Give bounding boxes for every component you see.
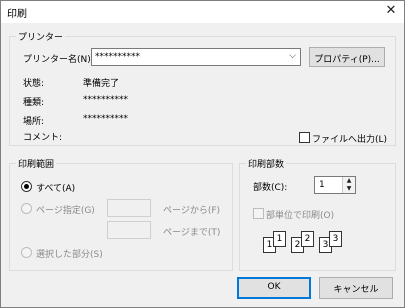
collate-label[interactable]: 部単位で印刷(O)	[266, 208, 334, 221]
page-from-input[interactable]	[107, 199, 151, 217]
all-pages-label[interactable]: すべて(A)	[36, 181, 75, 194]
printer-name-value: **********	[95, 52, 140, 62]
collate-page: 1	[273, 231, 286, 247]
status-value: 準備完了	[83, 79, 120, 89]
print-to-file-label[interactable]: ファイルへ出力(L)	[312, 132, 387, 145]
copies-group-label: 印刷部数	[246, 157, 287, 170]
location-label: 場所:	[23, 117, 45, 127]
ok-button[interactable]: OK	[237, 277, 311, 299]
page-to-label: ページまで(T)	[163, 228, 221, 238]
print-range-group-label: 印刷範囲	[16, 157, 57, 170]
collate-checkbox[interactable]	[253, 208, 264, 219]
title-bar: 印刷 ✕	[1, 1, 404, 23]
printer-name-select[interactable]: ********** ⌵	[91, 48, 301, 66]
spinner-arrows-icon[interactable]: ▲ ▼	[342, 177, 355, 193]
status-label: 状態:	[23, 79, 45, 89]
selection-label[interactable]: 選択した部分(S)	[36, 247, 103, 260]
type-label: 種類:	[23, 98, 45, 108]
all-pages-radio[interactable]	[21, 181, 32, 192]
copies-count-spinner[interactable]: 1 ▲ ▼	[314, 176, 356, 194]
collate-illustration: 1 1 2 2 3 3	[263, 229, 353, 261]
comment-label: コメント:	[23, 133, 63, 143]
selection-radio[interactable]	[21, 247, 32, 258]
page-from-label: ページから(F)	[163, 206, 221, 216]
type-value: **********	[83, 95, 128, 105]
print-dialog: 印刷 ✕ プリンター プリンター名(N): ********** ⌵ プロパティ…	[0, 0, 405, 308]
close-icon[interactable]: ✕	[384, 3, 398, 18]
collate-page: 2	[301, 231, 314, 247]
collate-page: 3	[329, 231, 342, 247]
page-range-label[interactable]: ページ指定(G)	[36, 203, 95, 216]
dialog-title: 印刷	[7, 9, 27, 20]
print-to-file-checkbox[interactable]	[299, 132, 310, 143]
copies-count-label: 部数(C):	[253, 183, 288, 193]
location-value: **********	[83, 114, 128, 124]
copies-count-value: 1	[319, 180, 325, 190]
properties-button[interactable]: プロパティ(P)...	[309, 47, 385, 67]
printer-group-label: プリンター	[16, 30, 66, 43]
page-range-radio[interactable]	[21, 203, 32, 214]
page-to-input[interactable]	[107, 221, 151, 239]
chevron-down-icon: ⌵	[289, 51, 296, 61]
cancel-button[interactable]: キャンセル	[319, 277, 393, 299]
printer-name-label: プリンター名(N):	[23, 55, 94, 65]
